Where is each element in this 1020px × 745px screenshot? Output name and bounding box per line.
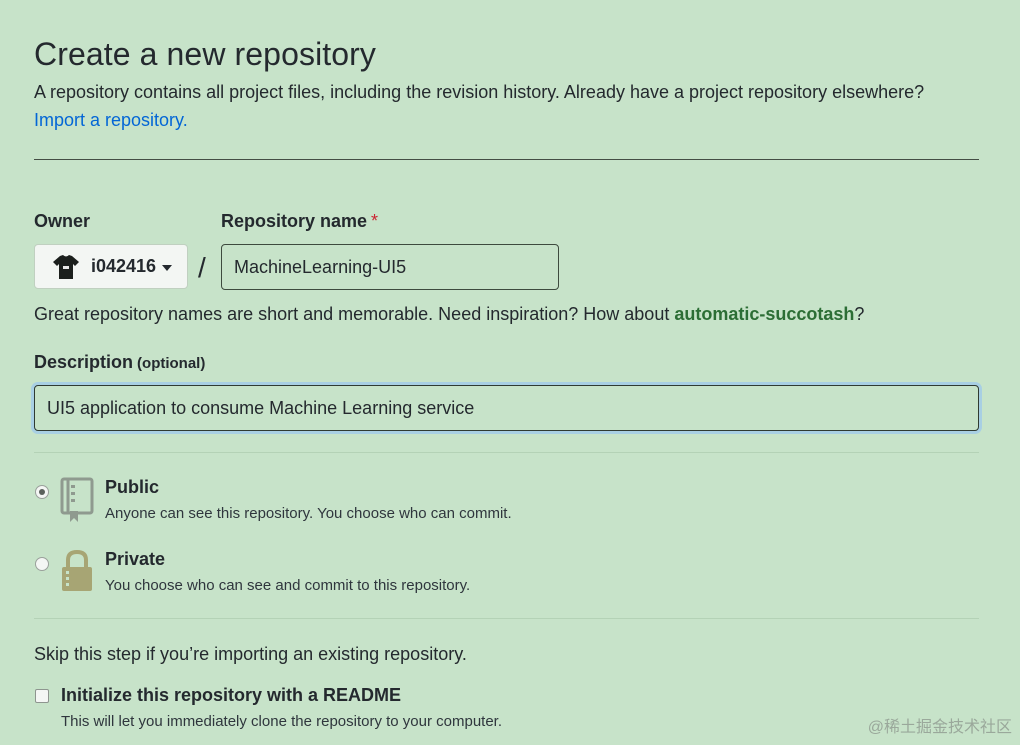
init-readme-checkbox[interactable] xyxy=(35,689,49,703)
description-input[interactable] xyxy=(34,385,979,431)
owner-label: Owner xyxy=(34,211,91,231)
repo-book-icon xyxy=(60,477,94,522)
create-repo-page: Create a new repository A repository con… xyxy=(0,0,1020,745)
public-title: Public xyxy=(105,477,160,497)
header-divider xyxy=(34,159,979,160)
owner-select-button[interactable]: i042416 xyxy=(34,244,188,289)
tshirt-avatar-icon xyxy=(53,254,79,279)
owner-name: i042416 xyxy=(91,256,157,276)
public-radio[interactable] xyxy=(35,485,49,499)
private-radio[interactable] xyxy=(35,557,49,571)
public-description: Anyone can see this repository. You choo… xyxy=(105,505,512,522)
required-marker: * xyxy=(371,211,379,231)
repository-name-hint: Great repository names are short and mem… xyxy=(34,304,864,325)
description-label-text: Description xyxy=(34,352,134,372)
chevron-down-icon xyxy=(162,264,173,271)
page-subtitle: A repository contains all project files,… xyxy=(34,82,925,102)
name-suggestion-link[interactable]: automatic-succotash xyxy=(674,304,854,324)
repository-name-input[interactable] xyxy=(221,244,559,290)
optional-marker: (optional) xyxy=(137,355,206,372)
repository-name-label-text: Repository name xyxy=(221,211,368,231)
hint-suffix: ? xyxy=(854,304,865,324)
hint-text: Great repository names are short and mem… xyxy=(34,304,675,324)
private-description: You choose who can see and commit to thi… xyxy=(105,577,471,594)
lock-icon xyxy=(62,549,92,591)
description-label: Description (optional) xyxy=(34,352,205,373)
private-title: Private xyxy=(105,549,166,569)
section-divider xyxy=(34,452,979,453)
section-divider xyxy=(34,618,979,619)
watermark: @稀土掘金技术社区 xyxy=(867,719,1012,736)
owner-repo-separator: / xyxy=(198,252,206,283)
repository-name-label: Repository name * xyxy=(221,211,378,232)
init-readme-description: This will let you immediately clone the … xyxy=(61,713,503,730)
init-readme-label[interactable]: Initialize this repository with a README xyxy=(61,685,401,706)
import-repository-link[interactable]: Import a repository. xyxy=(34,110,188,131)
skip-step-note: Skip this step if you’re importing an ex… xyxy=(34,644,467,664)
page-title: Create a new repository xyxy=(34,36,377,72)
